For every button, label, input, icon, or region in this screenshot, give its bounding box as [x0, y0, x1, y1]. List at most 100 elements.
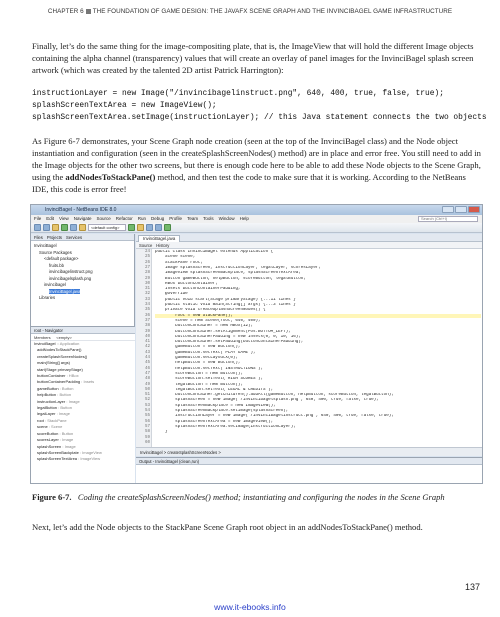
close-icon[interactable]	[468, 206, 480, 213]
line-number: 59	[144, 435, 150, 440]
line-number: 53	[144, 403, 150, 408]
line-number: 44	[144, 356, 150, 360]
line-number: 36	[144, 313, 150, 318]
netbeans-screenshot: InvinciBagel - NetBeans IDE 8.0 File Edi…	[30, 204, 483, 484]
code-line: scoreButton = new Button();	[155, 371, 243, 376]
navigator-item-type: : ImageView	[77, 456, 101, 462]
navigator-item-name: gameButton	[37, 385, 59, 391]
code-editor: InvinciBagel.java Source History 24 publi…	[136, 234, 482, 456]
menu-source[interactable]: Source	[96, 215, 110, 223]
navigator-item-name: start(Stage primaryStage)	[37, 366, 83, 372]
line-number: 48	[144, 377, 150, 382]
menu-run[interactable]: Run	[138, 215, 146, 223]
code-line: ImageView splashScreenBackplate, splashS…	[155, 271, 301, 276]
footer-url[interactable]: www.it-ebooks.info	[0, 602, 500, 612]
menu-profile[interactable]: Profile	[169, 215, 182, 223]
code-line: buttonContainer.setAlignment(Pos.BOTTOM_…	[155, 329, 291, 334]
new-file-icon[interactable]	[34, 224, 41, 231]
figure-label: Figure 6-7.	[32, 492, 72, 502]
new-project-icon[interactable]	[43, 224, 50, 231]
chapter-title: THE FOUNDATION OF GAME DESIGN: THE JAVAF…	[92, 8, 453, 15]
navigator-item-type: :: Application	[55, 341, 80, 346]
run-icon[interactable]	[146, 224, 153, 231]
minimize-icon[interactable]	[442, 206, 454, 213]
editor-breadcrumb: InvinciBagel > createSplashScreenNodes >	[136, 447, 482, 456]
tab-files[interactable]: Files	[34, 234, 43, 240]
paragraph-next: Next, let’s add the Node objects to the …	[32, 522, 423, 532]
line-number: 27	[144, 265, 150, 270]
members-label: Members	[34, 335, 51, 340]
search-input[interactable]: Search (Ctrl+I)	[418, 216, 478, 222]
code-line: buttonContainer = new HBox(12);	[155, 324, 254, 329]
code-line: }	[155, 430, 168, 435]
menu-help[interactable]: Help	[240, 215, 249, 223]
figure-caption-text: Coding the createSplashScreenNodes() met…	[77, 492, 445, 502]
code-line: splashScreenBackplate = new ImageView();	[155, 403, 276, 408]
code-line: Scene scene;	[155, 255, 196, 260]
code-line: buttonContainer.getChildren().addAll(gam…	[155, 393, 394, 398]
menu-edit[interactable]: Edit	[46, 215, 54, 223]
code-line: Button gameButton, helpButton, scoreButt…	[155, 276, 306, 281]
tab-services[interactable]: Services	[66, 234, 82, 240]
line-number: 60	[144, 440, 150, 445]
navigator-item-type: : Image	[58, 437, 74, 443]
code-line: buttonContainer.setPadding(buttonContain…	[155, 340, 304, 345]
save-all-icon[interactable]	[61, 224, 68, 231]
line-number: 54	[144, 409, 150, 413]
open-folder-icon[interactable]	[52, 224, 59, 231]
history-button[interactable]: History	[156, 242, 169, 248]
tab-projects[interactable]: Projects	[47, 234, 62, 240]
menu-file[interactable]: File	[34, 215, 41, 223]
navigator-item-name: root	[37, 417, 44, 423]
line-number: 24	[144, 250, 150, 254]
clean-build-icon[interactable]	[137, 224, 144, 231]
line-number: 33	[144, 297, 150, 302]
code-line: public void start(Stage primaryStage) {.…	[155, 297, 296, 302]
undo-icon[interactable]	[70, 224, 77, 231]
profile-icon[interactable]	[164, 224, 171, 231]
debug-icon[interactable]	[155, 224, 162, 231]
line-number: 31	[144, 287, 150, 292]
source-button[interactable]: Source	[139, 242, 152, 248]
code-line: legalButton.setText("LEGAL & CREDITS");	[155, 387, 274, 392]
redo-icon[interactable]	[79, 224, 86, 231]
maximize-icon[interactable]	[455, 206, 467, 213]
navigator-item-name: buttonContainerPadding	[37, 379, 81, 385]
window-controls	[442, 206, 480, 213]
navigator-item-name: createSplashScreenNodes()	[37, 353, 88, 359]
paragraph-figure-ref: As Figure 6-7 demonstrates, your Scene G…	[32, 135, 482, 195]
projects-panel: Files Projects Services InvinciBagel Sou…	[31, 234, 135, 483]
code-line: splashScreenBackplate.setImage(splashScr…	[155, 409, 289, 413]
menu-tools[interactable]: Tools	[203, 215, 214, 223]
members-filter[interactable]: <empty>	[56, 335, 72, 340]
navigator-item-type: : HBox	[65, 373, 79, 379]
line-number: 32	[144, 292, 150, 297]
navigator-item-type: : Image	[55, 411, 70, 417]
menu-window[interactable]: Window	[219, 215, 235, 223]
line-number: 49	[144, 382, 150, 387]
build-icon[interactable]	[128, 224, 135, 231]
menu-debug[interactable]: Debug	[151, 215, 164, 223]
menu-team[interactable]: Team	[187, 215, 198, 223]
paragraph-intro: Finally, let’s do the same thing for the…	[32, 41, 474, 75]
line-number: 51	[144, 393, 150, 398]
menu-refactor[interactable]: Refactor	[116, 215, 133, 223]
tree-item-selected[interactable]: InvinciBagel.java	[49, 288, 81, 294]
code-line: scene = new Scene(root, 640, 400);	[155, 318, 261, 323]
code-line: splashScreenTextArea = new ImageView();	[155, 419, 274, 424]
tab-invincibagel-java[interactable]: InvinciBagel.java	[138, 235, 181, 242]
config-select[interactable]: <default config>	[88, 224, 126, 231]
navigator-item[interactable]: splashScreenTextArea : ImageView	[31, 456, 135, 462]
navigator-item-name: InvinciBagel	[34, 341, 56, 346]
navigator-item-name: legalLayer	[37, 411, 56, 417]
navigator-item-name: helpButton	[37, 392, 57, 398]
editor-body[interactable]: 24 public class InvinciBagel extends Appl…	[136, 249, 482, 447]
tree-item[interactable]: Libraries	[34, 295, 131, 302]
menu-navigate[interactable]: Navigate	[74, 215, 92, 223]
navigator-item-type: : Button	[56, 392, 72, 398]
line-number: 55	[144, 414, 150, 419]
menu-view[interactable]: View	[59, 215, 69, 223]
running-header: CHAPTER 6 THE FOUNDATION OF GAME DESIGN: …	[0, 8, 500, 15]
line-number: 28	[144, 271, 150, 276]
navigator-item-type: : StackPane	[43, 417, 67, 423]
